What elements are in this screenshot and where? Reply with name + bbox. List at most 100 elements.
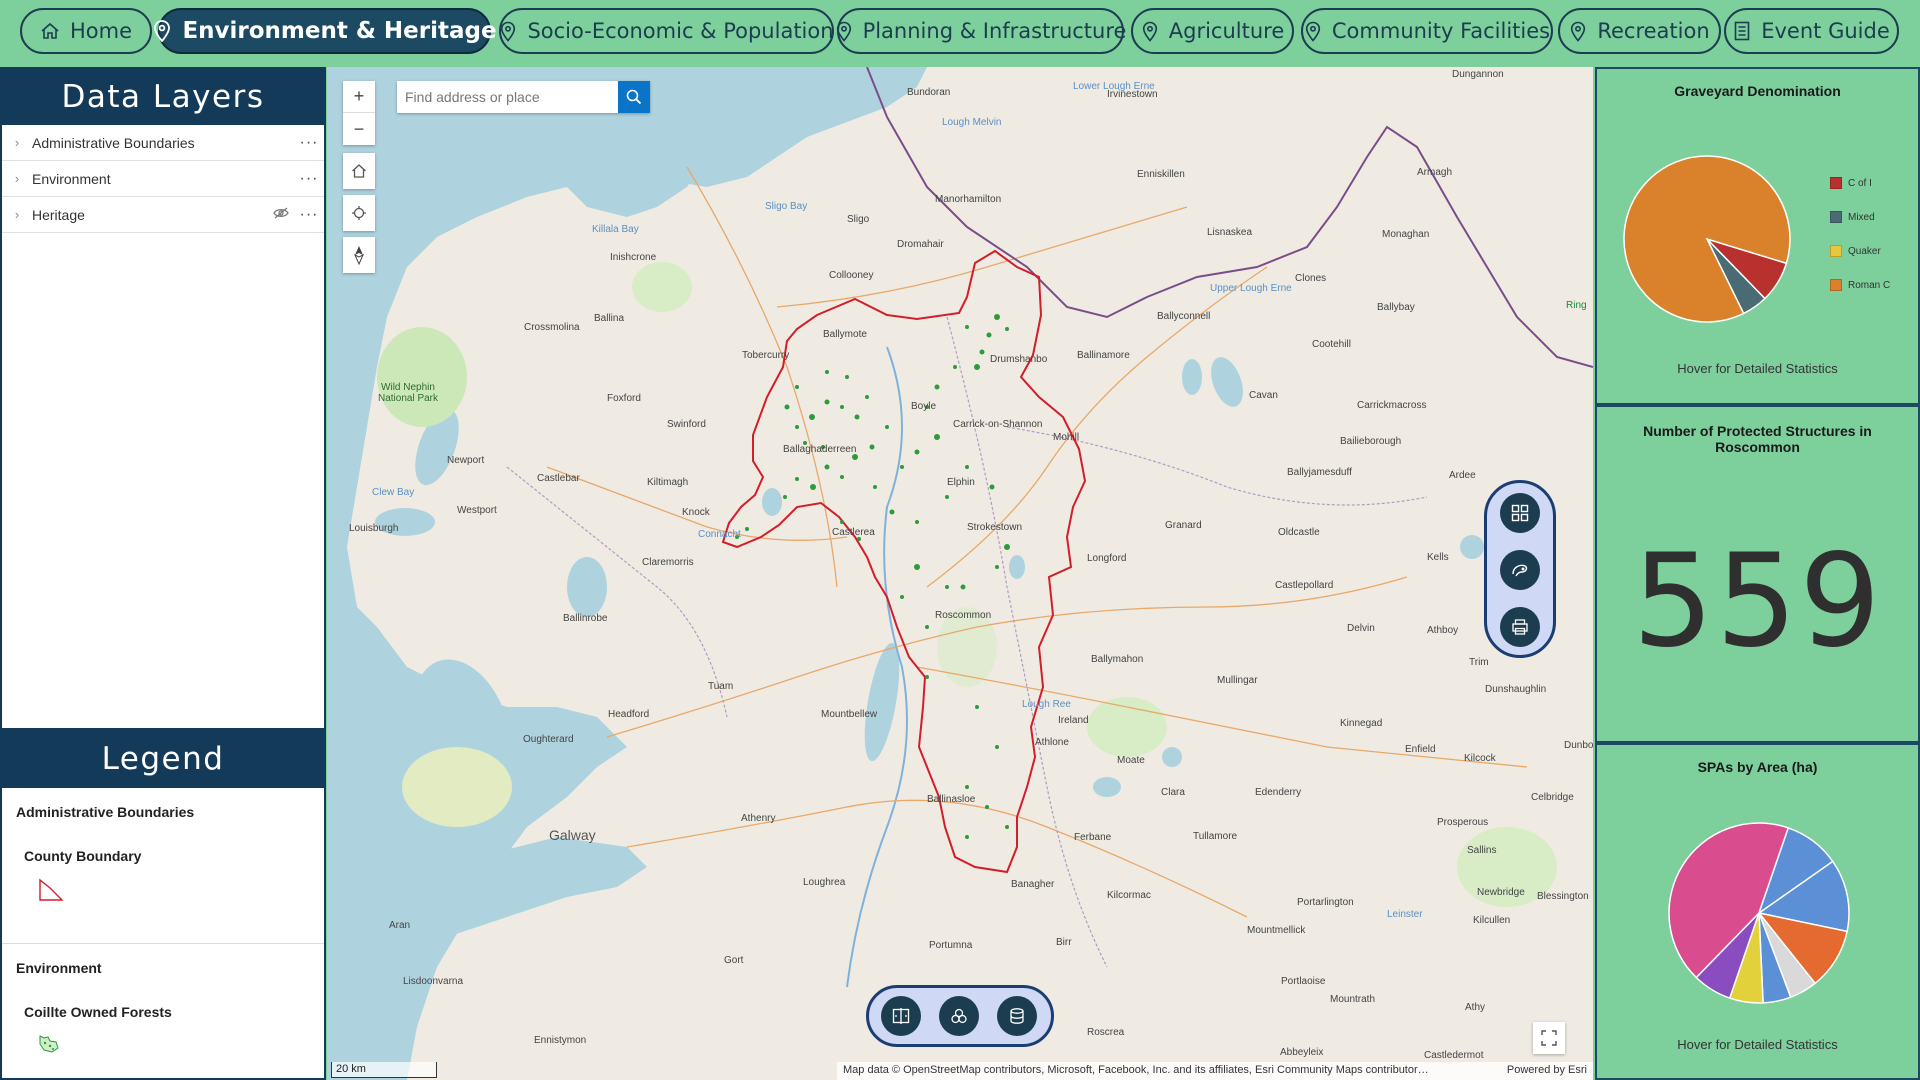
home-icon — [352, 164, 366, 178]
map-tools-horizontal — [866, 985, 1054, 1047]
map-label: Delvin — [1347, 623, 1375, 634]
powered-by-text[interactable]: Powered by Esri — [1507, 1064, 1587, 1078]
document-icon — [1734, 21, 1750, 41]
legend-label: Quaker — [1848, 245, 1881, 257]
map-label: Galway — [549, 827, 596, 843]
map-label: Swinford — [667, 419, 706, 430]
layer-item-environment[interactable]: › Environment ··· — [2, 161, 324, 197]
map-label: Birr — [1056, 937, 1072, 948]
more-options-icon[interactable]: ··· — [294, 206, 324, 224]
more-options-icon[interactable]: ··· — [294, 170, 324, 188]
protected-structures-card: Number of Protected Structures in Roscom… — [1595, 405, 1920, 743]
chart-title: SPAs by Area (ha) — [1697, 759, 1818, 775]
tab-agriculture[interactable]: Agriculture — [1131, 8, 1294, 54]
tab-label: Event Guide — [1761, 19, 1890, 43]
map-label: Dunboyne — [1564, 740, 1593, 751]
map-view[interactable]: Bundoran Irvinestown Dungannon Lower Lou… — [327, 67, 1593, 1080]
grid-button[interactable] — [1500, 493, 1540, 533]
map-label: Lisdoonvarna — [403, 976, 464, 987]
tab-planning-infrastructure[interactable]: Planning & Infrastructure — [836, 8, 1127, 54]
tab-home[interactable]: Home — [20, 8, 152, 54]
map-label: Ireland — [1058, 715, 1089, 726]
zoom-out-button[interactable]: − — [343, 113, 375, 145]
map-label: Longford — [1087, 553, 1127, 564]
map-label: Ballyconnell — [1157, 311, 1211, 322]
fullscreen-button[interactable] — [1533, 1022, 1565, 1054]
map-label: Kiltimagh — [647, 477, 689, 488]
map-label: Leinster — [1387, 909, 1423, 920]
map-label: Tuam — [708, 681, 734, 692]
top-nav: Home Environment & Heritage Socio-Econom… — [0, 0, 1920, 62]
map-label: Tobercurry — [742, 350, 790, 361]
layer-item-administrative-boundaries[interactable]: › Administrative Boundaries ··· — [2, 125, 324, 161]
map-label: Portlaoise — [1281, 976, 1326, 987]
tab-environment-heritage[interactable]: Environment & Heritage — [154, 8, 497, 54]
map-label: Abbeyleix — [1280, 1047, 1324, 1058]
map-label: Claremorris — [642, 557, 694, 568]
print-button[interactable] — [1500, 607, 1540, 647]
map-label: Clara — [1161, 787, 1185, 798]
map-label: Loughrea — [803, 877, 846, 888]
map-label: Mohill — [1053, 432, 1080, 443]
locate-button[interactable] — [343, 195, 375, 231]
forest-symbol-icon — [38, 1034, 310, 1059]
map-label: Lough Ree — [1022, 699, 1071, 710]
map-label: Killala Bay — [592, 224, 639, 235]
more-options-icon[interactable]: ··· — [294, 134, 324, 152]
map-label: Bundoran — [907, 87, 951, 98]
map-label: Dromahair — [897, 239, 944, 250]
measure-button[interactable] — [1500, 550, 1540, 590]
tab-event-guide[interactable]: Event Guide — [1724, 8, 1899, 54]
layer-data-button[interactable] — [997, 996, 1037, 1036]
map-pin-icon — [501, 21, 516, 42]
chevron-right-icon[interactable]: › — [2, 207, 32, 222]
swipe-button[interactable] — [881, 996, 921, 1036]
map-pin-icon — [154, 20, 171, 42]
spa-pie-chart[interactable] — [1597, 813, 1920, 1013]
search-button[interactable] — [618, 81, 650, 113]
map-label: Collooney — [829, 270, 874, 281]
home-icon — [41, 22, 59, 39]
map-label: Oughterard — [523, 734, 574, 745]
map-label: Blessington — [1537, 891, 1589, 902]
map-pin-icon — [1142, 21, 1157, 42]
map-pin-icon — [836, 21, 851, 42]
map-label: Enniskillen — [1137, 169, 1185, 180]
map-label: Ballybay — [1377, 302, 1415, 313]
map-label: Portarlington — [1297, 897, 1354, 908]
map-label: Sligo — [847, 214, 870, 225]
compass-icon — [353, 246, 365, 265]
tab-community-facilities[interactable]: Community Facilities — [1301, 8, 1553, 54]
legend-swatch — [1830, 245, 1842, 257]
map-label: Drumshanbo — [990, 354, 1048, 365]
map-label: Mountmellick — [1247, 925, 1306, 936]
measure-icon — [1512, 564, 1528, 577]
basemap-gallery-button[interactable] — [939, 996, 979, 1036]
search-input[interactable] — [397, 81, 618, 113]
compass-button[interactable] — [343, 237, 375, 273]
home-view-button[interactable] — [343, 153, 375, 189]
eye-hidden-icon[interactable] — [268, 207, 294, 222]
tab-label: Community Facilities — [1331, 19, 1551, 43]
spa-chart-card: SPAs by Area (ha) Hover for Detailed Sta… — [1595, 743, 1920, 1080]
layer-label: Environment — [32, 170, 111, 187]
map-label: Bailieborough — [1340, 436, 1402, 447]
map-label: Castlebar — [537, 473, 580, 484]
chevron-right-icon[interactable]: › — [2, 171, 32, 186]
chevron-right-icon[interactable]: › — [2, 135, 32, 150]
map-label: Cootehill — [1312, 339, 1351, 350]
map-pin-icon — [1305, 21, 1321, 42]
tab-label: Planning & Infrastructure — [862, 19, 1127, 43]
legend-swatch — [1830, 177, 1842, 189]
map-label: Ballinamore — [1077, 350, 1130, 361]
tab-socio-economic[interactable]: Socio-Economic & Population — [499, 8, 834, 54]
layer-item-heritage[interactable]: › Heritage ··· — [2, 197, 324, 233]
map-label: Dunshaughlin — [1485, 684, 1547, 695]
map-label: Castlerea — [832, 527, 875, 538]
map-label: Portumna — [929, 940, 973, 951]
graveyard-chart-card: Graveyard Denomination C of I Mixed Quak… — [1595, 67, 1920, 405]
tab-recreation[interactable]: Recreation — [1558, 8, 1721, 54]
map-attribution: Map data © OpenStreetMap contributors, M… — [837, 1062, 1593, 1080]
legend-item-c-of-i: C of I — [1830, 177, 1872, 189]
zoom-in-button[interactable]: + — [343, 81, 375, 113]
